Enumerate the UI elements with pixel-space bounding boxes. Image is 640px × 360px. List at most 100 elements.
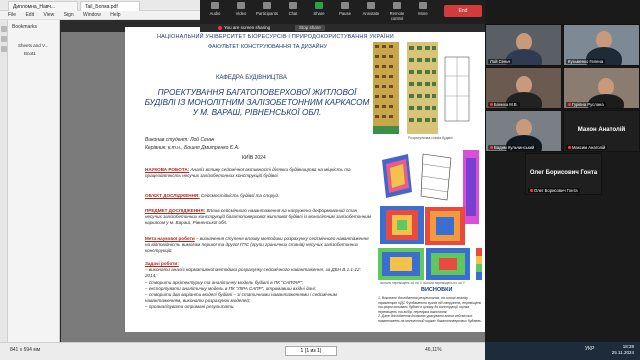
share-button[interactable]: Share [306, 2, 332, 16]
department-name: КАФЕДРА БУДІВНИЦТВА [216, 75, 287, 81]
muted-mic-icon [490, 103, 493, 107]
ellipsis-icon [419, 2, 427, 9]
system-taskbar: УКР 18:28 25.11.2024 [485, 342, 640, 360]
slab-isofield-image-2 [426, 248, 470, 280]
bookmarks-title: Bookmarks [12, 24, 38, 30]
conclusions-text: 1. Виконано дослідження результатів, на … [378, 296, 483, 324]
participant-name: Олег Борисович Гонта [528, 188, 580, 193]
muted-mic-icon [490, 146, 493, 150]
pen-icon [367, 2, 375, 9]
muted-mic-icon [568, 146, 571, 150]
aim-label: Мета наукової роботи [145, 236, 195, 241]
stress-contour-x-image [380, 206, 424, 244]
chat-button[interactable]: Chat [280, 2, 306, 16]
tab-document-2[interactable]: Tail_Богма.pdf [80, 1, 140, 11]
menu-file[interactable]: File [8, 11, 16, 20]
page-number-input[interactable]: 1 (1 из 1) [285, 346, 337, 356]
participants-button[interactable]: Participants [254, 2, 280, 16]
more-button[interactable]: More [410, 2, 436, 16]
menu-help[interactable]: Help [110, 11, 120, 20]
student-name: Виконав студент: Лой Сеньч [145, 137, 215, 143]
annotate-button[interactable]: Annotate [358, 2, 384, 16]
conclusion-item: 1. Виконано дослідження результатів, на … [378, 296, 482, 314]
object-text: Сейсмостійкість будівлі та споруд. [201, 193, 280, 198]
participant-tile[interactable]: Лой Сеньч [485, 24, 562, 66]
bookmarks-sidebar [0, 20, 60, 342]
task-item: – проаналізувати отримані результати. [145, 304, 235, 310]
participant-name: Бониха М.В. [488, 102, 520, 107]
conclusions-title: ВИСНОВКИ [421, 287, 453, 293]
pages-icon[interactable] [1, 26, 7, 32]
participant-display-name: Олег Борисович Гонта [529, 170, 598, 176]
menu-sign[interactable]: Sign [64, 11, 74, 20]
task-item: – експортувати аналітичну модель в ПК "Л… [145, 285, 316, 291]
building-facade-image [373, 42, 399, 134]
stop-share-button[interactable]: Stop share [295, 25, 325, 31]
faculty-name: ФАКУЛЬТЕТ КОНСТРУЮВАННЯ ТА ДИЗАЙНУ [208, 44, 328, 50]
participant-tile[interactable]: Вадим Кульчинський [485, 110, 562, 152]
goal-paragraph: НАУКОВА РОБОТА: Аналіз впливу сейсмічної… [145, 167, 373, 179]
share-screen-icon [315, 2, 323, 9]
audio-button[interactable]: Audio [202, 2, 228, 16]
pause-share-button[interactable]: Pause [332, 2, 358, 16]
subject-paragraph: ПРЕДМЕТ ДОСЛІДЖЕННЯ: Вплив сейсмічного н… [145, 208, 373, 227]
attachment-icon[interactable] [1, 46, 7, 52]
conclusion-item: 2. Дане дослідження дозволяє урахувати в… [378, 314, 483, 323]
mouse-icon [393, 2, 401, 9]
chat-icon [289, 2, 297, 9]
menu-window[interactable]: Window [83, 11, 101, 20]
bookmark-item[interactable]: Sheets and V... [18, 43, 48, 48]
participant-tile[interactable]: Махон Анатолій Максим Анатолій [563, 110, 640, 152]
video-button[interactable]: Video [228, 2, 254, 16]
menu-edit[interactable]: Edit [25, 11, 34, 20]
deformation-model-image [420, 153, 452, 201]
participant-tile[interactable]: Олег Борисович Гонта Олег Борисович Гонт… [525, 153, 602, 195]
building-render-image [407, 42, 438, 134]
muted-mic-icon [530, 189, 533, 193]
slab-isofield-image [378, 248, 424, 280]
subject-label: ПРЕДМЕТ ДОСЛІДЖЕННЯ: [145, 208, 206, 213]
city-year: КИЇВ 2024 [242, 155, 266, 161]
tasks-paragraph: Задачі роботи: – виконати аналіз нормати… [145, 261, 373, 311]
building-caption: Розрахункова схема будівлі [408, 136, 453, 140]
thesis-title: ПРОЕКТУВАННЯ БАГАТОПОВЕРХОВОЇ ЖИТЛОВОЇ Б… [144, 88, 370, 117]
floor-plan-image [444, 56, 470, 122]
zoom-level[interactable]: 46,11% [425, 347, 442, 353]
participant-name: Гурівна Руслана [566, 102, 606, 107]
participant-name: Кузьменко Гелена [566, 59, 606, 64]
document-dims: 841 x 594 мм [10, 347, 41, 353]
university-name: НАЦІОНАЛЬНИЙ УНІВЕРСИТЕТ БІОРЕСУРСІВ І П… [157, 34, 394, 40]
task-item: – виконати аналіз нормативної методики р… [145, 267, 361, 279]
menu-view[interactable]: View [43, 11, 54, 20]
participant-tile[interactable]: Бониха М.В. [485, 67, 562, 109]
sharing-indicator-icon [218, 26, 222, 30]
end-meeting-button[interactable]: End [444, 5, 482, 17]
participant-display-name: Махон Анатолій [577, 127, 626, 133]
keyboard-language[interactable]: УКР [585, 346, 594, 352]
participant-name: Вадим Кульчинський [488, 145, 537, 150]
object-label: ОБ'ЄКТ ДОСЛІДЖЕННЯ: [145, 193, 200, 198]
supervisor-name: Керівник: к.т.н., Бошня Дмитренко Є.А. [145, 145, 240, 151]
camera-icon [237, 2, 245, 9]
clock-date: 25.11.2024 [611, 350, 634, 355]
task-item: – створити два варіанти моделі будівлі –… [145, 292, 337, 304]
aim-paragraph: Мета наукової роботи – визначення ступен… [145, 236, 373, 255]
task-item: – створити архітектурну та аналітичну мо… [145, 279, 304, 285]
goal-label: НАУКОВА РОБОТА: [145, 167, 190, 172]
participant-name: Максим Анатолій [566, 145, 608, 150]
people-icon [263, 2, 271, 9]
remote-control-button[interactable]: Remote control [384, 2, 410, 21]
bookmark-icon[interactable] [1, 36, 7, 42]
participant-tile[interactable]: Кузьменко Гелена [563, 24, 640, 66]
microphone-icon [211, 2, 219, 9]
system-clock[interactable]: 18:28 25.11.2024 [612, 344, 634, 356]
participant-name: Лой Сеньч [488, 59, 513, 64]
participant-tile[interactable]: Гурівна Руслана [563, 67, 640, 109]
color-scale-image [476, 248, 482, 280]
bookmark-item[interactable]: Bnot1 [24, 51, 36, 56]
sidebar-tool-strip [0, 20, 8, 342]
participants-gallery: Лой Сеньч Кузьменко Гелена Бониха М.В. Г… [485, 0, 640, 342]
analytical-model-image [382, 154, 412, 198]
tab-document-1[interactable]: Дипломна_Навч... [8, 1, 78, 11]
muted-mic-icon [568, 103, 571, 107]
